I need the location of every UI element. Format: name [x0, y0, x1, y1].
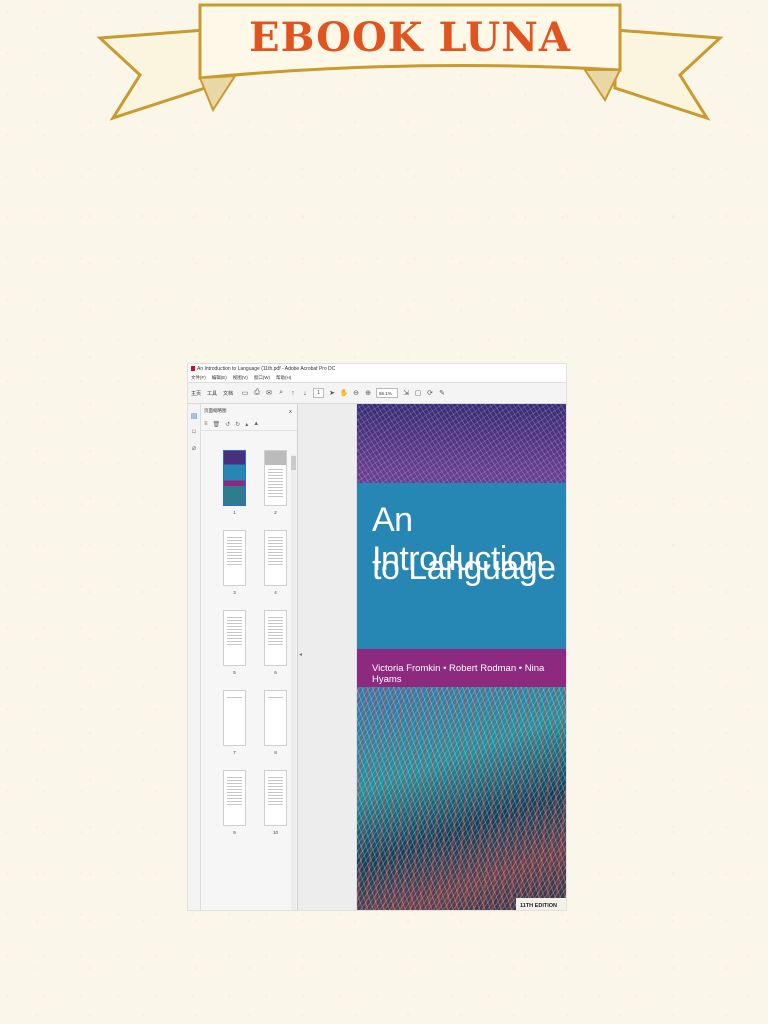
hand-icon[interactable]: ✋ — [340, 389, 349, 397]
attachment-icon[interactable]: ⌀ — [192, 444, 196, 452]
page-thumbnail-number: 1 — [233, 510, 236, 515]
cursor-icon[interactable]: ➤ — [328, 389, 336, 397]
page-thumbnail-number: 3 — [233, 590, 236, 595]
shrink-thumbnails-icon[interactable]: ▴ — [245, 421, 248, 428]
acrobat-screenshot: An Introduction to Language (11th.pdf - … — [187, 363, 567, 911]
thumbnail-panel: 页面缩略图 X ≡ 🗑 ↺ ↻ ▴ ▲ 1 2 3 4 5 6 7 8 9 10 — [201, 404, 298, 910]
page-thumbnail[interactable] — [223, 770, 246, 826]
page-thumbnail[interactable] — [223, 690, 246, 746]
cover-authors: Victoria Fromkin • Robert Rodman • Nina … — [372, 663, 545, 685]
cover-art — [357, 687, 566, 910]
page-view-icon[interactable]: ▢ — [414, 389, 422, 397]
page-thumbnail[interactable] — [223, 530, 246, 586]
toolbar: 主页 工具 文档 ▭ ⎙ ✉ ⌕ ↑ ↓ 1 ➤ ✋ ⊖ ⊕ 56.1% ⇲ ▢… — [188, 383, 566, 404]
rotate-left-icon[interactable]: ↺ — [225, 421, 230, 428]
page-thumbnail-number: 7 — [233, 750, 236, 755]
tab-tools[interactable]: 工具 — [207, 390, 217, 397]
zoom-select[interactable]: 56.1% — [376, 388, 399, 398]
scroll-thumb[interactable] — [291, 456, 296, 470]
bookmark-icon[interactable]: ⌑ — [192, 428, 196, 436]
cover-title-line2: to Language — [372, 549, 556, 587]
page-thumbnail-number: 9 — [233, 830, 236, 835]
prev-page-icon[interactable]: ↑ — [289, 389, 297, 397]
zoom-out-icon[interactable]: ⊖ — [352, 389, 360, 397]
page-thumbnails-icon[interactable]: ▤ — [191, 412, 198, 420]
search-icon[interactable]: ⌕ — [277, 389, 285, 397]
ebook-luna-banner: EBOOK LUNA — [95, 0, 725, 125]
menu-window[interactable]: 窗口(W) — [254, 375, 270, 381]
page-thumbnail[interactable] — [264, 610, 287, 666]
tab-document[interactable]: 文档 — [223, 390, 233, 397]
zoom-in-icon[interactable]: ⊕ — [364, 389, 372, 397]
next-page-icon[interactable]: ↓ — [301, 389, 309, 397]
comment-icon[interactable]: ✎ — [438, 389, 446, 397]
left-rail: ▤ ⌑ ⌀ — [188, 404, 201, 910]
page-thumbnail[interactable] — [223, 610, 246, 666]
page-thumbnail[interactable] — [264, 690, 287, 746]
page-thumbnail-number: 2 — [274, 510, 277, 515]
page-thumbnail[interactable] — [223, 450, 246, 506]
fit-page-icon[interactable]: ⇲ — [402, 389, 410, 397]
page-thumbnail[interactable] — [264, 530, 287, 586]
page-number-input[interactable]: 1 — [313, 388, 325, 398]
collapse-panel-icon[interactable]: ◂ — [299, 651, 302, 658]
window-title: An Introduction to Language (11th.pdf - … — [197, 365, 336, 372]
banner-title: EBOOK LUNA — [249, 14, 571, 61]
menu-edit[interactable]: 编辑(E) — [212, 375, 227, 381]
thumbnail-tools: ≡ 🗑 ↺ ↻ ▴ ▲ — [201, 418, 297, 431]
print-icon[interactable]: ⎙ — [253, 389, 261, 397]
rotate-icon[interactable]: ⟳ — [426, 389, 434, 397]
menu-help[interactable]: 帮助(H) — [276, 375, 291, 381]
page-thumbnail-number: 5 — [233, 670, 236, 675]
close-icon[interactable]: X — [289, 409, 292, 414]
page-thumbnail-number: 10 — [272, 830, 278, 835]
menu-bar: 文件(F) 编辑(E) 视图(V) 窗口(W) 帮助(H) — [188, 373, 566, 383]
menu-file[interactable]: 文件(F) — [191, 375, 206, 381]
menu-view[interactable]: 视图(V) — [233, 375, 248, 381]
enlarge-thumbnails-icon[interactable]: ▲ — [253, 421, 259, 427]
book-cover: An Introduction to Language Victoria Fro… — [357, 404, 566, 910]
page-thumbnail-number: 8 — [274, 750, 277, 755]
save-icon[interactable]: ▭ — [241, 389, 249, 397]
rotate-right-icon[interactable]: ↻ — [235, 421, 240, 428]
page-thumbnail[interactable] — [264, 770, 287, 826]
document-gutter: ◂ — [298, 404, 357, 910]
mail-icon[interactable]: ✉ — [265, 389, 273, 397]
scrollbar[interactable] — [291, 454, 296, 910]
window-titlebar: An Introduction to Language (11th.pdf - … — [188, 364, 566, 373]
delete-icon[interactable]: 🗑 — [213, 421, 221, 428]
page-thumbnail-number: 4 — [274, 590, 277, 595]
tab-home[interactable]: 主页 — [191, 390, 201, 397]
acrobat-icon — [191, 366, 195, 371]
options-icon[interactable]: ≡ — [204, 421, 208, 427]
thumbnail-panel-title: 页面缩略图 — [204, 408, 227, 413]
edition-label: 11TH EDITION — [516, 898, 566, 910]
page-thumbnail-number: 6 — [274, 670, 277, 675]
page-thumbnail[interactable] — [264, 450, 287, 506]
